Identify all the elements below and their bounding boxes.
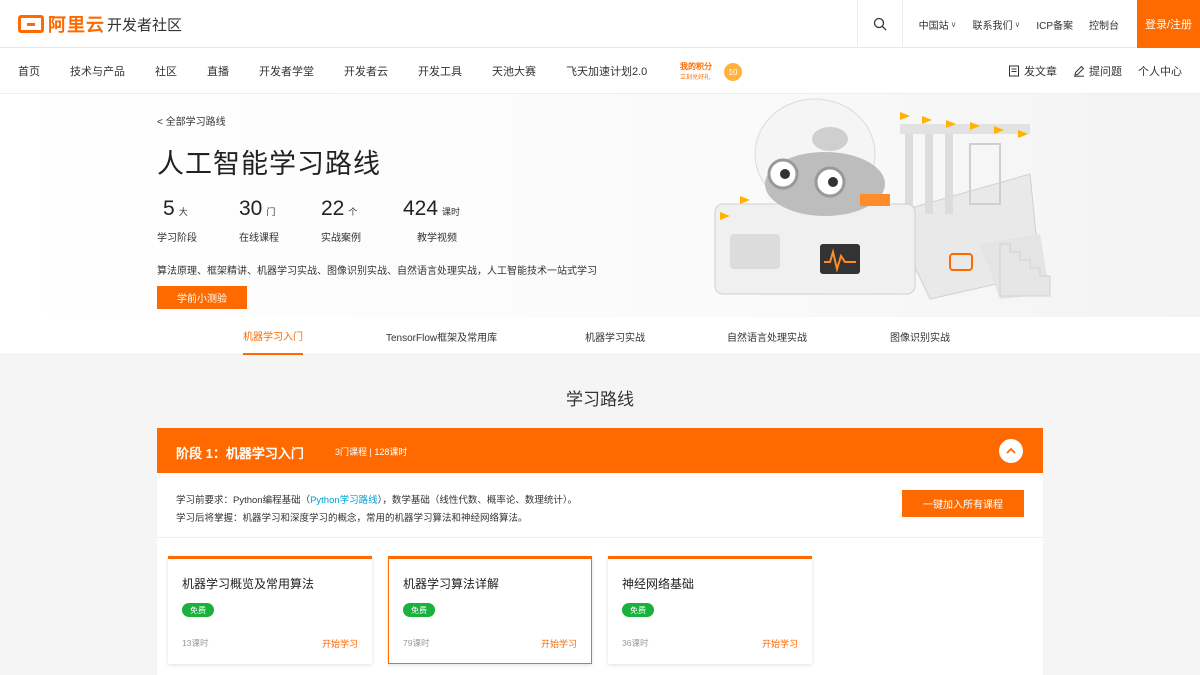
icp-link[interactable]: ICP备案 xyxy=(1028,17,1081,32)
course-title: 机器学习概览及常用算法 xyxy=(182,577,315,591)
robot-illustration xyxy=(714,98,1051,300)
chevron-down-icon: ∨ xyxy=(1014,19,1021,29)
write-article-label: 发文章 xyxy=(1024,66,1057,78)
search-icon xyxy=(873,17,887,31)
stat-label: 学习阶段 xyxy=(157,233,197,244)
tab-ml-intro[interactable]: 机器学习入门 xyxy=(243,317,303,355)
site-title[interactable]: 开发者社区 xyxy=(107,14,182,35)
pen-icon xyxy=(1074,65,1085,77)
course-title: 神经网络基础 xyxy=(622,577,695,591)
start-learning-link[interactable]: 开始学习 xyxy=(762,637,798,650)
points-widget[interactable]: 我的积分 立刻兑好礼 10 xyxy=(680,61,744,83)
tab-tensorflow[interactable]: TensorFlow框架及常用库 xyxy=(386,317,497,355)
main-nav: 首页 技术与产品 社区 直播 开发者学堂 开发者云 开发工具 天池大赛 飞天加速… xyxy=(0,48,1200,94)
stage-requirements: 学习前要求：Python编程基础（Python学习路线），数学基础（线性代数、概… xyxy=(157,473,1043,538)
nav-item-live[interactable]: 直播 xyxy=(207,63,229,79)
nav-item-dev-cloud[interactable]: 开发者云 xyxy=(344,63,388,79)
course-card[interactable]: 神经网络基础 免费 36课时 开始学习 xyxy=(608,556,812,664)
document-icon xyxy=(1009,65,1019,77)
contact-us-menu[interactable]: 联系我们 ∨ xyxy=(964,17,1028,32)
tab-ml-practice[interactable]: 机器学习实战 xyxy=(585,317,645,355)
course-hours: 36课时 xyxy=(622,638,649,648)
logo-text: 阿里云 xyxy=(48,15,105,35)
aliyun-logo[interactable]: 阿里云 xyxy=(18,13,105,35)
join-all-courses-button[interactable]: 一键加入所有课程 xyxy=(902,490,1024,517)
pre-quiz-button[interactable]: 学前小测验 xyxy=(157,286,247,309)
nav-item-tianchi[interactable]: 天池大赛 xyxy=(492,63,536,79)
nav-item-feitian[interactable]: 飞天加速计划2.0 xyxy=(566,63,647,79)
free-badge: 免费 xyxy=(182,603,214,617)
nav-item-tech-products[interactable]: 技术与产品 xyxy=(70,63,125,79)
free-badge: 免费 xyxy=(403,603,435,617)
stat-cases: 22 个 实战案例 xyxy=(321,197,403,244)
course-hours: 13课时 xyxy=(182,638,209,648)
stage-meta: 3门课程 | 128课时 xyxy=(335,447,408,457)
requirements-text: 学习前要求：Python编程基础（Python学习路线），数学基础（线性代数、概… xyxy=(176,492,577,528)
free-badge: 免费 xyxy=(622,603,654,617)
breadcrumb-back-link[interactable]: < 全部学习路线 xyxy=(157,113,226,128)
stat-unit: 大 xyxy=(178,207,188,217)
req-suffix: ），数学基础（线性代数、概率论、数理统计）。 xyxy=(377,495,578,506)
contact-label: 联系我们 xyxy=(972,20,1013,32)
hero-banner: < 全部学习路线 人工智能学习路线 5大 学习阶段 30 门 在线课程 22 个 实… xyxy=(0,94,1200,317)
course-card[interactable]: 机器学习概览及常用算法 免费 13课时 开始学习 xyxy=(168,556,372,664)
python-route-link[interactable]: Python学习路线 xyxy=(310,495,378,506)
region-label: 中国站 xyxy=(918,20,949,32)
stage-tabs: 机器学习入门 TensorFlow框架及常用库 机器学习实战 自然语言处理实战 … xyxy=(0,317,1200,355)
course-title: 机器学习算法详解 xyxy=(403,577,500,591)
stat-stages: 5大 学习阶段 xyxy=(157,197,239,244)
tab-image-recognition[interactable]: 图像识别实战 xyxy=(890,317,950,355)
stat-number: 22 xyxy=(321,197,345,220)
nav-item-academy[interactable]: 开发者学堂 xyxy=(259,63,314,79)
points-title: 我的积分 xyxy=(680,62,712,71)
stat-number: 5 xyxy=(163,197,175,220)
hero-description: 算法原理、框架精讲、机器学习实战、图像识别实战、自然语言处理实战，人工智能技术一… xyxy=(157,266,597,277)
region-selector[interactable]: 中国站 ∨ xyxy=(911,17,965,32)
stat-unit: 个 xyxy=(348,207,358,217)
stat-number: 424 xyxy=(403,197,439,220)
coin-icon: 10 xyxy=(724,63,742,81)
ask-question-label: 提问题 xyxy=(1089,66,1122,78)
stats-row: 5大 学习阶段 30 门 在线课程 22 个 实战案例 424 课时 教学视频 xyxy=(157,197,503,244)
aliyun-logo-icon xyxy=(18,15,44,33)
stat-courses: 30 门 在线课程 xyxy=(239,197,321,244)
start-learning-link[interactable]: 开始学习 xyxy=(541,637,577,650)
course-card[interactable]: 机器学习算法详解 免费 79课时 开始学习 xyxy=(388,556,592,664)
collapse-button[interactable] xyxy=(999,439,1023,463)
page-title: 人工智能学习路线 xyxy=(157,149,381,179)
stat-label: 在线课程 xyxy=(239,233,279,244)
search-button[interactable] xyxy=(856,0,903,48)
course-hours: 79课时 xyxy=(403,638,430,648)
user-center-link[interactable]: 个人中心 xyxy=(1138,63,1182,79)
req-prefix: 学习前要求：Python编程基础（ xyxy=(176,495,311,506)
stat-label: 实战案例 xyxy=(321,233,361,244)
nav-item-home[interactable]: 首页 xyxy=(18,63,40,79)
section-title: 学习路线 xyxy=(566,390,634,409)
console-link[interactable]: 控制台 xyxy=(1081,17,1127,32)
stage-header[interactable]: 阶段 1：机器学习入门 3门课程 | 128课时 xyxy=(157,428,1043,473)
chevron-down-icon: ∨ xyxy=(950,19,957,29)
write-article-button[interactable]: 发文章 xyxy=(1008,63,1057,79)
stat-label: 教学视频 xyxy=(417,233,457,244)
stat-unit: 门 xyxy=(266,207,276,217)
stage-name: 阶段 1：机器学习入门 xyxy=(176,446,304,461)
stage-panel: 阶段 1：机器学习入门 3门课程 | 128课时 学习前要求：Python编程基… xyxy=(157,428,1043,675)
nav-item-community[interactable]: 社区 xyxy=(155,63,177,79)
learning-goal: 学习后将掌握：机器学习和深度学习的概念，常用的机器学习算法和神经网络算法。 xyxy=(176,513,528,524)
login-button[interactable]: 登录/注册 xyxy=(1137,0,1200,48)
stat-number: 30 xyxy=(239,197,263,220)
top-header: 阿里云 开发者社区 中国站 ∨ 联系我们 ∨ ICP备案 控制台 登录/注册 xyxy=(0,0,1200,48)
tab-nlp-practice[interactable]: 自然语言处理实战 xyxy=(727,317,807,355)
nav-item-dev-tools[interactable]: 开发工具 xyxy=(418,63,462,79)
chevron-up-icon xyxy=(1006,447,1016,454)
points-subtitle: 立刻兑好礼 xyxy=(680,75,711,81)
start-learning-link[interactable]: 开始学习 xyxy=(322,637,358,650)
ask-question-button[interactable]: 提问题 xyxy=(1073,63,1122,79)
stat-videos: 424 课时 教学视频 xyxy=(403,197,503,244)
stat-unit: 课时 xyxy=(442,207,461,217)
top-right-links: 中国站 ∨ 联系我们 ∨ ICP备案 控制台 登录/注册 xyxy=(856,0,1200,48)
